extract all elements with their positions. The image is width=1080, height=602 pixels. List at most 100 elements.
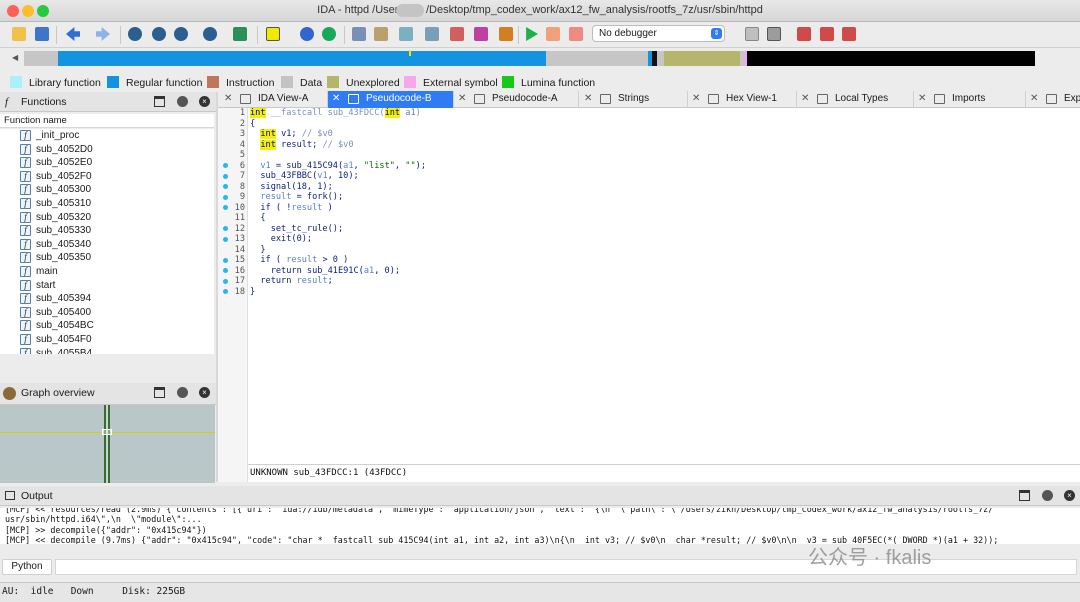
line-marker-dot[interactable] <box>223 163 228 168</box>
list-add-icon[interactable] <box>820 27 834 41</box>
line-marker-dot[interactable] <box>223 268 228 273</box>
code-line[interactable]: { <box>250 213 265 223</box>
close-tab-icon[interactable]: ✕ <box>692 91 700 107</box>
stop-icon[interactable] <box>569 27 583 41</box>
line-marker-dot[interactable] <box>223 184 228 189</box>
function-list-item[interactable]: f _init_proc <box>0 129 214 143</box>
function-list-item[interactable]: f sub_405394 <box>0 292 214 306</box>
close-tab-icon[interactable]: ✕ <box>1030 91 1038 107</box>
segments-icon[interactable] <box>352 27 366 41</box>
tab-imports[interactable]: ✕ Imports <box>914 91 1026 108</box>
jump-icon[interactable] <box>233 27 247 41</box>
close-tab-icon[interactable]: ✕ <box>224 91 232 107</box>
undock-icon[interactable] <box>1042 490 1053 501</box>
close-tab-icon[interactable]: ✕ <box>332 91 340 107</box>
function-list-item[interactable]: f sub_405310 <box>0 197 214 211</box>
function-list-item[interactable]: f sub_405320 <box>0 211 214 225</box>
line-marker-dot[interactable] <box>223 278 228 284</box>
code-line[interactable]: } <box>250 245 265 255</box>
graph-overview-canvas[interactable] <box>0 405 215 483</box>
function-list-item[interactable]: f sub_4052F0 <box>0 170 214 184</box>
function-list-item[interactable]: f start <box>0 279 214 293</box>
code-line[interactable]: return sub_41E91C(a1, 0); <box>250 266 400 276</box>
palette-icon[interactable] <box>300 27 314 41</box>
pause-icon[interactable] <box>546 27 560 41</box>
function-list-item[interactable]: f sub_4055B4 <box>0 347 214 354</box>
forward-arrow-icon[interactable] <box>96 27 110 41</box>
code-line[interactable]: if ( result > 0 ) <box>250 255 348 265</box>
code-line[interactable]: signal(18, 1); <box>250 182 332 192</box>
line-marker-dot[interactable] <box>223 236 228 242</box>
c-icon[interactable] <box>745 27 759 41</box>
list-icon[interactable] <box>797 27 811 41</box>
code-line[interactable]: { <box>250 119 255 129</box>
function-list-item[interactable]: f sub_405350 <box>0 251 214 265</box>
line-marker-dot[interactable] <box>223 194 228 200</box>
python-language-button[interactable]: Python <box>2 559 52 575</box>
close-tab-icon[interactable]: ✕ <box>584 91 592 107</box>
hex-icon[interactable] <box>152 27 166 41</box>
code-line[interactable]: set_tc_rule(); <box>250 224 343 234</box>
globe-icon[interactable] <box>322 27 336 41</box>
save-icon[interactable] <box>35 27 49 41</box>
functions-icon[interactable] <box>399 27 413 41</box>
open-folder-icon[interactable] <box>12 27 26 41</box>
names-icon[interactable] <box>374 27 388 41</box>
line-marker-dot[interactable] <box>223 257 228 263</box>
struct-icon[interactable] <box>203 27 217 41</box>
function-list-item[interactable]: f main <box>0 265 214 279</box>
code-line[interactable]: if ( !result ) <box>250 203 332 213</box>
tab-pseudocode-b[interactable]: ✕ Pseudocode-B <box>328 91 454 108</box>
close-icon[interactable]: × <box>199 96 210 107</box>
code-line[interactable]: sub_43FBBC(v1, 10); <box>250 171 358 181</box>
line-marker-dot[interactable] <box>223 226 228 231</box>
tab-strings[interactable]: ✕ Strings <box>580 91 688 108</box>
text-color-icon[interactable] <box>266 27 280 41</box>
function-list[interactable]: f _init_proc f sub_4052D0 f sub_4052E0 f sub_40… <box>0 129 214 354</box>
code-line[interactable]: v1 = sub_415C94(a1, "list", ""); <box>250 161 426 171</box>
close-icon[interactable]: × <box>199 387 210 398</box>
run-icon[interactable] <box>526 27 538 41</box>
close-tab-icon[interactable]: ✕ <box>801 91 809 107</box>
tab-hex-view-1[interactable]: ✕ Hex View-1 <box>688 91 797 108</box>
code-line[interactable]: int v1; // $v0 <box>250 129 333 139</box>
function-list-item[interactable]: f sub_405330 <box>0 224 214 238</box>
tab-pseudocode-a[interactable]: ✕ Pseudocode-A <box>454 91 579 108</box>
tab-local-types[interactable]: ✕ Local Types <box>797 91 914 108</box>
maximize-icon[interactable] <box>154 96 165 107</box>
function-list-item[interactable]: f sub_4052E0 <box>0 156 214 170</box>
code-line[interactable]: return result; <box>250 276 332 286</box>
undock-icon[interactable] <box>177 387 188 398</box>
xrefs-icon[interactable] <box>425 27 439 41</box>
function-list-item[interactable]: f sub_4052D0 <box>0 143 214 157</box>
patch-icon[interactable] <box>499 27 513 41</box>
code-line[interactable]: int result; // $v0 <box>250 139 354 150</box>
breakpoint-icon[interactable] <box>450 27 464 41</box>
output-log[interactable]: [MCP] << resources/read (2.9ms) {"conten… <box>0 508 1080 544</box>
undock-icon[interactable] <box>177 96 188 107</box>
code-line[interactable]: exit(0); <box>250 234 312 244</box>
code-line[interactable]: int __fastcall sub_43FDCC(int a1) <box>250 108 421 118</box>
back-arrow-icon[interactable] <box>66 27 80 41</box>
code-line[interactable]: result = fork(); <box>250 192 343 202</box>
char-icon[interactable] <box>174 27 188 41</box>
c-active-icon[interactable] <box>767 27 781 41</box>
tab-exports[interactable]: ✕ Exports <box>1026 91 1080 108</box>
list-remove-icon[interactable] <box>842 27 856 41</box>
function-list-item[interactable]: f sub_4054F0 <box>0 333 214 347</box>
code-line[interactable]: } <box>250 287 255 297</box>
maximize-icon[interactable] <box>154 387 165 398</box>
binary-icon[interactable] <box>128 27 142 41</box>
line-marker-dot[interactable] <box>223 173 228 179</box>
function-name-column-header[interactable]: Function name <box>0 114 214 128</box>
tab-ida-view-a[interactable]: ✕ IDA View-A <box>220 91 328 108</box>
function-list-item[interactable]: f sub_405340 <box>0 238 214 252</box>
nav-left-arrow-icon[interactable]: ◀ <box>12 53 18 62</box>
function-list-item[interactable]: f sub_405300 <box>0 183 214 197</box>
maximize-icon[interactable] <box>1019 490 1030 501</box>
line-marker-dot[interactable] <box>223 289 228 294</box>
line-marker-dot[interactable] <box>223 205 228 210</box>
close-tab-icon[interactable]: ✕ <box>458 91 466 107</box>
close-tab-icon[interactable]: ✕ <box>918 91 926 107</box>
navigation-band[interactable]: ◀ <box>0 48 1080 70</box>
